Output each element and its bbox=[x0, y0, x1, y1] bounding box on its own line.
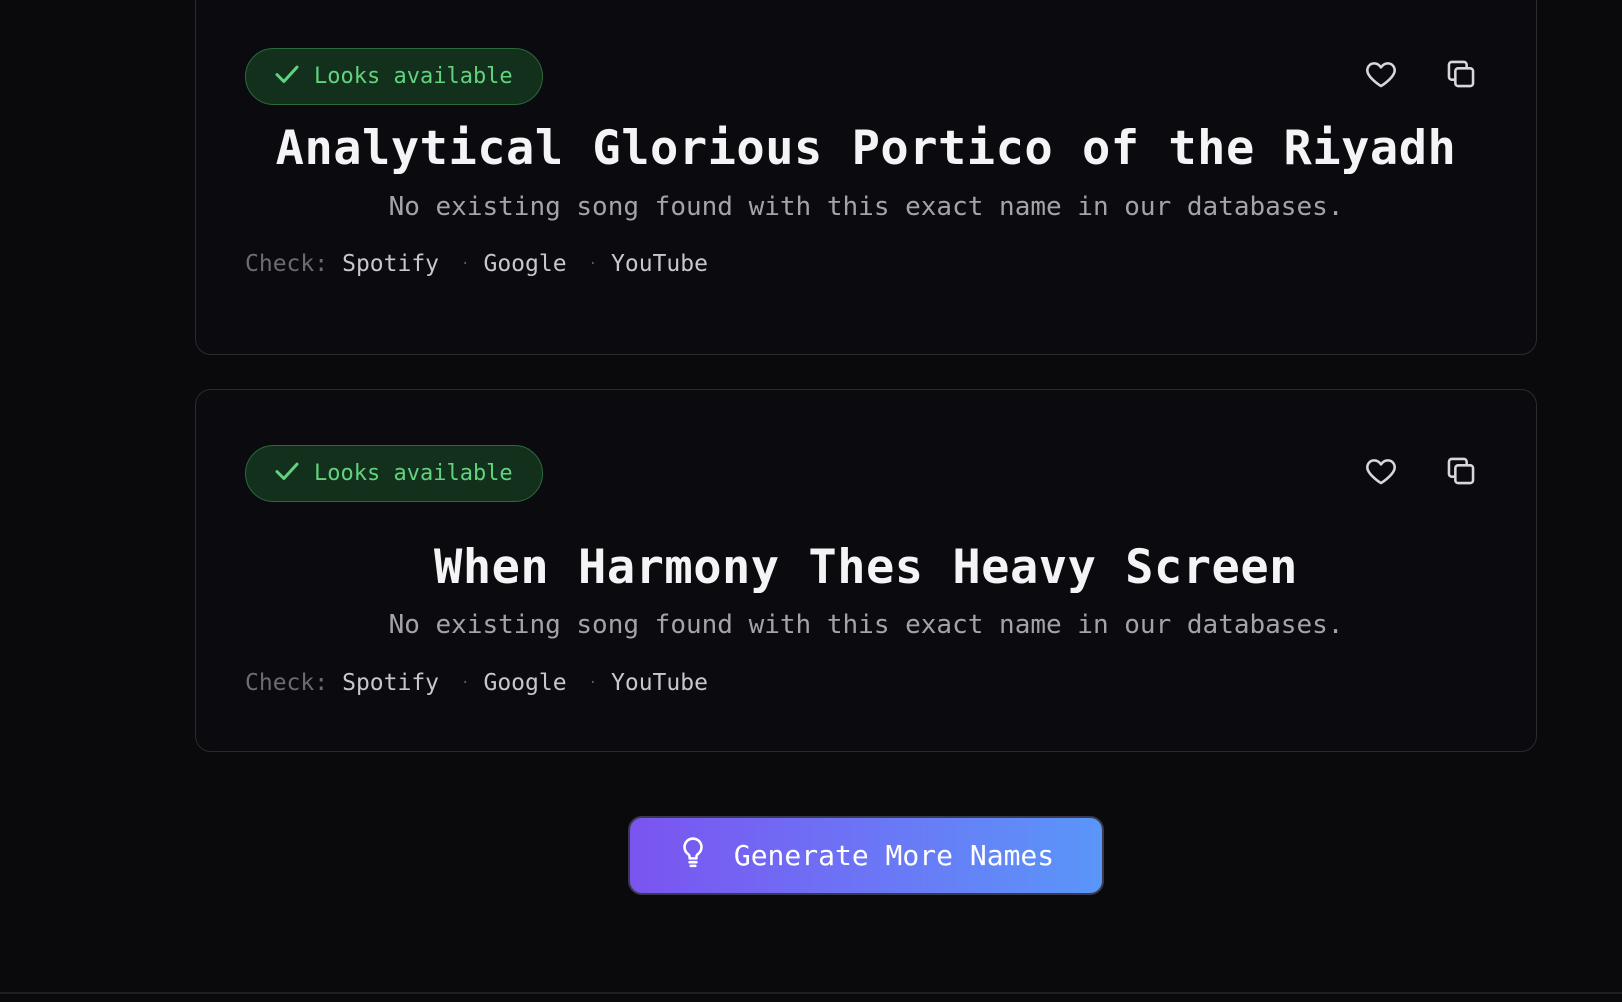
copy-icon bbox=[1444, 57, 1478, 95]
link-separator: · bbox=[588, 256, 597, 272]
results-page: Looks available Analytical Glorious Port… bbox=[0, 0, 1622, 1002]
check-icon bbox=[272, 456, 314, 492]
spotify-link[interactable]: Spotify bbox=[342, 670, 439, 696]
availability-badge: Looks available bbox=[245, 445, 543, 502]
check-label: Check: bbox=[245, 251, 329, 277]
divider bbox=[0, 992, 1622, 994]
generate-more-names-button[interactable]: Generate More Names bbox=[628, 816, 1104, 895]
availability-badge: Looks available bbox=[245, 48, 543, 105]
check-links: Check: Spotify · Google · YouTube bbox=[245, 670, 708, 696]
copy-button[interactable] bbox=[1444, 456, 1478, 490]
youtube-link[interactable]: YouTube bbox=[611, 670, 708, 696]
google-link[interactable]: Google bbox=[483, 670, 566, 696]
generate-button-label: Generate More Names bbox=[733, 839, 1055, 872]
check-icon bbox=[272, 59, 314, 95]
availability-badge-label: Looks available bbox=[314, 461, 513, 486]
availability-description: No existing song found with this exact n… bbox=[388, 192, 1344, 222]
link-separator: · bbox=[461, 675, 470, 691]
heart-icon bbox=[1364, 57, 1398, 95]
link-separator: · bbox=[588, 675, 597, 691]
heart-icon bbox=[1364, 454, 1398, 492]
lightbulb-icon bbox=[678, 835, 734, 876]
card-actions bbox=[1364, 456, 1478, 490]
card-actions bbox=[1364, 59, 1478, 93]
song-name-title: When Harmony Thes Heavy Screen bbox=[434, 540, 1298, 595]
check-label: Check: bbox=[245, 670, 329, 696]
name-result-card: Looks available When Harmony Thes Heavy … bbox=[195, 389, 1537, 752]
link-separator: · bbox=[461, 256, 470, 272]
spotify-link[interactable]: Spotify bbox=[342, 251, 439, 277]
copy-icon bbox=[1444, 454, 1478, 492]
name-result-card: Looks available Analytical Glorious Port… bbox=[195, 0, 1537, 355]
google-link[interactable]: Google bbox=[483, 251, 566, 277]
song-name-title: Analytical Glorious Portico of the Riyad… bbox=[275, 121, 1457, 176]
youtube-link[interactable]: YouTube bbox=[611, 251, 708, 277]
availability-description: No existing song found with this exact n… bbox=[388, 610, 1344, 640]
availability-badge-label: Looks available bbox=[314, 64, 513, 89]
check-links: Check: Spotify · Google · YouTube bbox=[245, 251, 708, 277]
copy-button[interactable] bbox=[1444, 59, 1478, 93]
favorite-button[interactable] bbox=[1364, 456, 1398, 490]
favorite-button[interactable] bbox=[1364, 59, 1398, 93]
